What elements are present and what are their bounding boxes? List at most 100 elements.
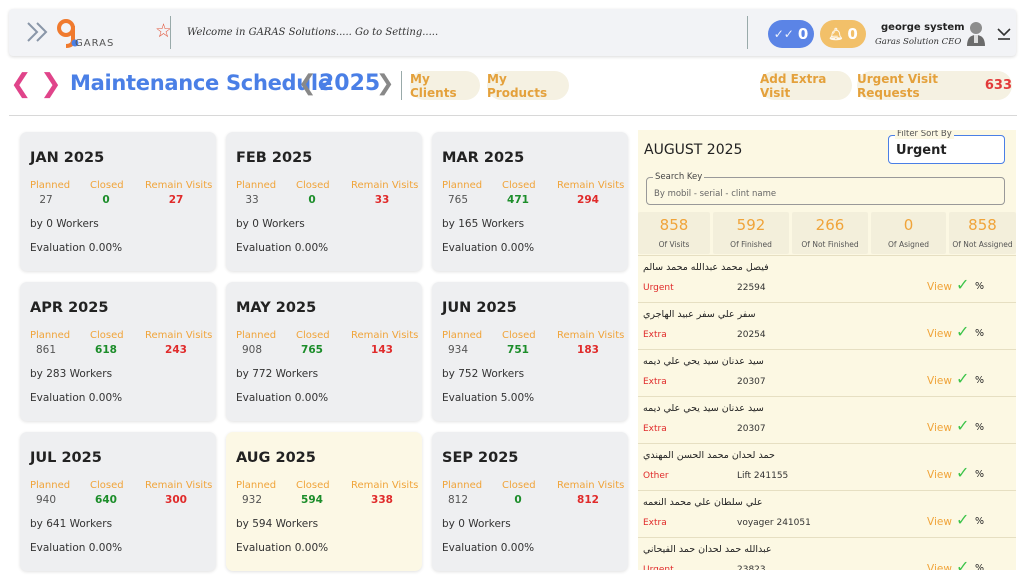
remain-visits-label: Remain Visits xyxy=(351,480,419,491)
planned-label: Planned xyxy=(442,330,483,341)
chevron-down-icon[interactable] xyxy=(995,24,1013,42)
closed-label: Closed xyxy=(296,480,330,491)
closed-value: 0 xyxy=(514,494,522,506)
avatar[interactable] xyxy=(965,20,987,46)
check-icon[interactable]: ✓ xyxy=(956,512,969,528)
planned-label: Planned xyxy=(236,330,277,341)
tasks-button[interactable]: ✓✓ 0 xyxy=(768,20,814,48)
forward-arrow-icon[interactable]: ❯ xyxy=(40,69,62,99)
search-input[interactable]: Search Key By mobil - serial - clint nam… xyxy=(646,172,1005,205)
stat-box: 592 Of Finished xyxy=(713,212,789,254)
stat-number: 592 xyxy=(736,216,766,234)
view-link[interactable]: View xyxy=(927,469,952,481)
planned-label: Planned xyxy=(442,180,483,191)
filter-sort-value: Urgent xyxy=(896,143,947,158)
month-card-title: MAY 2025 xyxy=(236,300,317,316)
urgent-visit-requests-button[interactable]: Urgent Visit Requests 633 xyxy=(857,71,1012,100)
planned-value: 812 xyxy=(447,494,469,506)
visit-type: Extra xyxy=(643,330,667,340)
visit-list-item[interactable]: حمد لحدان محمد الحسن المهندي Other Lift 24… xyxy=(638,443,1016,490)
client-name: فيصل محمد عبدالله محمد سالم xyxy=(643,262,769,273)
visit-list-item[interactable]: سيد عدنان سيد يحي علي ديمه Extra 20307 View… xyxy=(638,396,1016,443)
closed-value: 0 xyxy=(102,194,110,206)
planned-label: Planned xyxy=(30,480,71,491)
visit-list-item[interactable]: سيد عدنان سيد يحي علي ديمه Extra 20307 View… xyxy=(638,349,1016,396)
visit-serial: Lift 241155 xyxy=(737,471,789,481)
month-card-title: APR 2025 xyxy=(30,300,109,316)
visit-list-item[interactable]: علي سلطان علي محمد النعمه Extra voyager 24… xyxy=(638,490,1016,537)
planned-value: 765 xyxy=(447,194,469,206)
view-link[interactable]: View xyxy=(927,281,952,293)
urgent-requests-count: 633 xyxy=(984,78,1012,93)
user-role: Garas Solution CEO xyxy=(875,37,962,47)
check-icon[interactable]: ✓ xyxy=(956,371,969,387)
planned-value: 908 xyxy=(241,344,263,356)
month-card[interactable]: MAR 2025 Planned Closed Remain Visits 765 471… xyxy=(432,132,628,271)
planned-value: 27 xyxy=(39,194,53,206)
month-detail-panel: AUGUST 2025 Filter Sort By Urgent Search… xyxy=(638,130,1016,570)
selected-year: 2025 xyxy=(319,71,381,96)
remain-value: 812 xyxy=(577,494,599,506)
check-icon[interactable]: ✓ xyxy=(956,465,969,481)
visit-serial: 20307 xyxy=(737,424,766,434)
welcome-message: Welcome in GARAS Solutions..... Go to Se… xyxy=(187,27,439,38)
stat-box: 0 Of Asigned xyxy=(871,212,946,254)
remain-value: 243 xyxy=(165,344,187,356)
month-card[interactable]: JUL 2025 Planned Closed Remain Visits 940 640… xyxy=(20,432,216,571)
client-name: عبدالله حمد لحدان حمد الفيحاني xyxy=(643,544,772,555)
workers-count: by 772 Workers xyxy=(236,368,319,380)
filter-sort-label: Filter Sort By xyxy=(895,130,954,139)
view-link[interactable]: View xyxy=(927,375,952,387)
month-card[interactable]: SEP 2025 Planned Closed Remain Visits 812 0 81… xyxy=(432,432,628,571)
stat-box: 266 Of Not Finished xyxy=(792,212,868,254)
bell-icon: 🔔︎ xyxy=(828,27,844,41)
visit-serial: 20307 xyxy=(737,377,766,387)
remain-value: 27 xyxy=(168,194,184,206)
month-card-title: JAN 2025 xyxy=(30,150,105,166)
visit-list-item[interactable]: عبدالله حمد لحدان حمد الفيحاني Urgent 2382… xyxy=(638,537,1016,570)
check-icon[interactable]: ✓ xyxy=(956,324,969,340)
previous-year-icon[interactable]: ❮ xyxy=(298,71,316,97)
closed-value: 751 xyxy=(507,344,529,356)
client-name: سيد عدنان سيد يحي علي ديمه xyxy=(643,356,764,367)
evaluation: Evaluation 5.00% xyxy=(442,392,535,404)
notifications-button[interactable]: 🔔︎ 0 xyxy=(820,20,866,48)
visit-list-item[interactable]: سفر علي سفر عبيد الهاجري Extra 20254 View ✓% xyxy=(638,302,1016,349)
back-arrow-icon[interactable]: ❮ xyxy=(10,69,32,99)
evaluation: Evaluation 0.00% xyxy=(30,542,123,554)
workers-count: by 283 Workers xyxy=(30,368,113,380)
view-link[interactable]: View xyxy=(927,328,952,340)
view-link[interactable]: View xyxy=(927,422,952,434)
percent-label: % xyxy=(975,469,985,480)
stat-number: 266 xyxy=(815,216,845,234)
check-icon[interactable]: ✓ xyxy=(956,559,969,571)
visit-serial: 23823 xyxy=(737,565,766,570)
closed-value: 594 xyxy=(301,494,323,506)
month-card[interactable]: AUG 2025 Planned Closed Remain Visits 932 594… xyxy=(226,432,422,571)
month-card[interactable]: MAY 2025 Planned Closed Remain Visits 908 765… xyxy=(226,282,422,421)
view-link[interactable]: View xyxy=(927,563,952,570)
stat-number: 858 xyxy=(968,216,997,234)
month-card[interactable]: FEB 2025 Planned Closed Remain Visits 33 0 33 b… xyxy=(226,132,422,271)
remain-value: 183 xyxy=(577,344,599,356)
check-icon[interactable]: ✓ xyxy=(956,277,969,293)
next-year-icon[interactable]: ❯ xyxy=(376,71,394,97)
month-card[interactable]: JAN 2025 Planned Closed Remain Visits 27 0 27 b… xyxy=(20,132,216,271)
remain-visits-label: Remain Visits xyxy=(145,480,213,491)
add-extra-visit-button[interactable]: Add Extra Visit xyxy=(760,71,852,100)
workers-count: by 0 Workers xyxy=(442,518,511,530)
remain-value: 338 xyxy=(371,494,393,506)
visit-list-item[interactable]: فيصل محمد عبدالله محمد سالم Urgent 22594 Vi… xyxy=(638,255,1016,302)
my-clients-button[interactable]: My Clients xyxy=(410,71,480,100)
expand-menu-icon[interactable] xyxy=(26,21,50,43)
filter-sort-select[interactable]: Filter Sort By Urgent xyxy=(888,130,1005,164)
month-card[interactable]: APR 2025 Planned Closed Remain Visits 861 618… xyxy=(20,282,216,421)
client-name: علي سلطان علي محمد النعمه xyxy=(643,497,763,508)
visit-type: Urgent xyxy=(643,283,674,293)
percent-label: % xyxy=(975,563,985,570)
month-card[interactable]: JUN 2025 Planned Closed Remain Visits 934 751… xyxy=(432,282,628,421)
check-icon[interactable]: ✓ xyxy=(956,418,969,434)
my-products-button[interactable]: My Products xyxy=(487,71,569,100)
month-card-title: JUL 2025 xyxy=(30,450,102,466)
view-link[interactable]: View xyxy=(927,516,952,528)
